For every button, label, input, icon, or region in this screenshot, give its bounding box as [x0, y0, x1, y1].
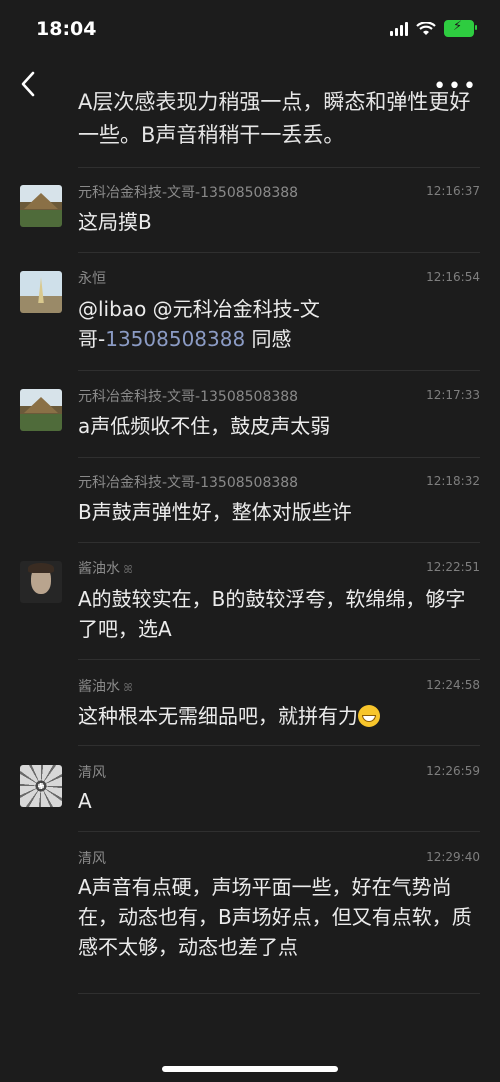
message-text: A声音有点硬，声场平面一些，好在气势尚在，动态也有，B声场好点，但又有点软，质感…	[78, 875, 472, 959]
avatar[interactable]	[20, 185, 62, 227]
back-button[interactable]	[18, 70, 42, 98]
message-text: a声低频收不住，鼓皮声太弱	[78, 414, 331, 438]
divider	[78, 542, 480, 543]
divider	[78, 370, 480, 371]
message-time: 12:26:59	[426, 764, 480, 778]
status-bar: 18:04 ⚡	[0, 0, 500, 60]
message-text: @libao @元科冶金科技-文哥-13508508388 同感	[78, 294, 478, 354]
phone-link[interactable]: 13508508388	[105, 327, 245, 351]
divider	[78, 252, 480, 253]
home-indicator[interactable]	[162, 1066, 338, 1072]
message-text: A	[78, 789, 92, 813]
divider	[78, 659, 480, 660]
avatar[interactable]	[20, 765, 62, 807]
message-time: 12:16:54	[426, 270, 480, 284]
avatar[interactable]	[20, 561, 62, 603]
message-suffix: 同感	[245, 327, 292, 351]
message-text: A的鼓较实在，B的鼓较浮夸，软绵绵，够字了吧，选A	[78, 587, 466, 641]
message-time: 12:16:37	[426, 184, 480, 198]
sender-name[interactable]: 酱油水 ꕤ	[78, 676, 133, 696]
message-time: 12:24:58	[426, 678, 480, 692]
message-text: 这种根本无需细品吧，就拼有力	[78, 701, 478, 731]
message-text: B声鼓声弹性好，整体对版些许	[78, 500, 352, 524]
battery-icon: ⚡	[444, 19, 477, 37]
divider	[78, 457, 480, 458]
divider	[78, 167, 480, 168]
message-time: 12:29:40	[426, 850, 480, 864]
message-time: 12:22:51	[426, 560, 480, 574]
status-time: 18:04	[36, 18, 97, 40]
message-text: A层次感表现力稍强一点，瞬态和弹性更好一些。B声音稍稍干一丢丢。	[78, 90, 471, 147]
sender-name[interactable]: 元科冶金科技-文哥-13508508388	[78, 386, 298, 406]
sender-name[interactable]: 酱油水 ꕤ	[78, 558, 133, 578]
grin-emoji-icon	[358, 705, 380, 727]
message-time: 12:17:33	[426, 388, 480, 402]
chevron-left-icon	[21, 71, 35, 97]
sender-name[interactable]: 元科冶金科技-文哥-13508508388	[78, 472, 298, 492]
sender-name[interactable]: 永恒	[78, 268, 106, 288]
wifi-icon	[416, 21, 436, 35]
sender-name[interactable]: 元科冶金科技-文哥-13508508388	[78, 182, 298, 202]
avatar[interactable]	[20, 271, 62, 313]
divider	[78, 745, 480, 746]
divider	[78, 993, 480, 994]
message-time: 12:18:32	[426, 474, 480, 488]
status-icons: ⚡	[390, 19, 477, 37]
sender-name[interactable]: 清风	[78, 848, 106, 868]
divider	[78, 831, 480, 832]
avatar[interactable]	[20, 389, 62, 431]
signal-icon	[390, 21, 408, 36]
message-text: 这局摸B	[78, 210, 152, 234]
sender-name[interactable]: 清风	[78, 762, 106, 782]
